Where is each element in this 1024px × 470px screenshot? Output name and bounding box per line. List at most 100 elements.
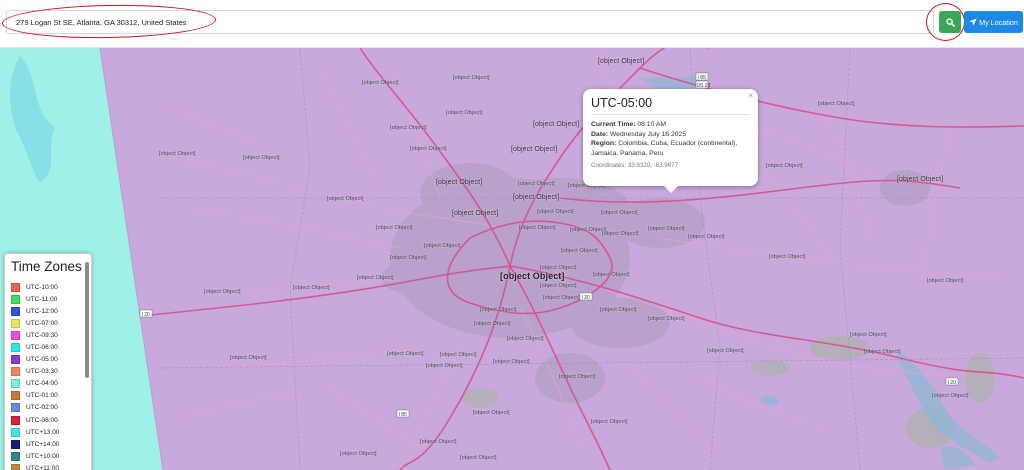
legend-swatch: [11, 391, 20, 401]
place-label: [object Object]: [357, 275, 394, 281]
place-label: [object Object]: [327, 196, 364, 202]
legend-label: UTC-12:00: [26, 307, 58, 315]
legend-label: UTC-08:00: [26, 416, 58, 424]
place-label: [object Object]: [707, 348, 744, 354]
timezone-legend[interactable]: Time Zones UTC-10:00 UTC-11:00 UTC-12:00 UT…: [4, 253, 92, 470]
legend-swatch: [11, 282, 20, 292]
place-label: [object Object]: [436, 179, 483, 186]
region-label: Region:: [591, 140, 617, 148]
place-label: [object Object]: [500, 271, 565, 281]
place-label: [object Object]: [533, 121, 580, 128]
legend-label: UTC-01:00: [26, 392, 58, 400]
place-label: [object Object]: [493, 359, 530, 365]
place-label: [object Object]: [540, 265, 577, 271]
legend-swatch: [11, 355, 20, 365]
legend-item: UTC+11:00: [11, 462, 59, 470]
place-label: [object Object]: [473, 410, 510, 416]
place-label: [object Object]: [932, 393, 969, 399]
map-canvas[interactable]: I 20 I 85 US 23 I 20 I 85 I 20 [object O…: [0, 48, 1024, 470]
legend-swatch: [11, 367, 20, 377]
road-label: I 85: [399, 412, 408, 418]
date-value: Wednesday July 16 2025: [609, 130, 687, 138]
place-label: [object Object]: [600, 307, 637, 313]
legend-list: UTC-10:00 UTC-11:00 UTC-12:00 UTC-07:00 UTC-…: [11, 281, 59, 470]
place-label: [object Object]: [511, 146, 558, 153]
road-label: US 23: [697, 83, 711, 89]
timezone-map-app: My Location: [0, 0, 1024, 470]
road-label: I 20: [582, 295, 591, 301]
popup-date-row: Date: Wednesday July 16 2025: [591, 130, 750, 140]
legend-item: UTC-11:00: [11, 293, 59, 305]
place-label: [object Object]: [598, 58, 645, 65]
legend-label: UTC-05:00: [26, 356, 58, 364]
place-label: [object Object]: [519, 225, 556, 231]
legend-item: UTC-02:00: [11, 402, 59, 414]
place-label: [object Object]: [602, 231, 639, 237]
place-label: [object Object]: [440, 352, 477, 358]
place-label: [object Object]: [460, 455, 497, 461]
place-label: [object Object]: [159, 151, 196, 157]
place-label: [object Object]: [426, 363, 463, 369]
location-arrow-icon: [969, 18, 977, 26]
legend-title: Time Zones: [11, 259, 82, 274]
place-label: [object Object]: [559, 374, 596, 380]
place-label: [object Object]: [648, 226, 685, 232]
place-label: [object Object]: [230, 355, 267, 361]
place-label: [object Object]: [769, 254, 806, 260]
popup-current-time-row: Current Time: 08:10 AM: [591, 120, 750, 130]
place-label: [object Object]: [540, 283, 577, 289]
legend-label: UTC+11:00: [26, 464, 59, 470]
place-label: [object Object]: [927, 278, 964, 284]
place-label: [object Object]: [513, 194, 560, 201]
legend-item: UTC+14:00: [11, 438, 59, 450]
place-label: [object Object]: [243, 155, 280, 161]
legend-label: UTC+13:00: [26, 428, 60, 436]
place-label: [object Object]: [543, 295, 580, 301]
popup-coordinates: Coordinates: 33.9320, -83.9877: [591, 162, 679, 170]
place-label: [object Object]: [818, 101, 855, 107]
legend-swatch: [11, 463, 20, 470]
place-label: [object Object]: [453, 75, 490, 81]
legend-label: UTC-09:30: [26, 331, 58, 339]
place-label: [object Object]: [537, 209, 574, 215]
popup-title: UTC-05:00: [591, 96, 750, 115]
place-label: [object Object]: [601, 210, 638, 216]
place-label: [object Object]: [390, 255, 427, 261]
legend-item: UTC+13:00: [11, 426, 59, 438]
legend-item: UTC-07:00: [11, 317, 59, 329]
legend-item: UTC-04:00: [11, 378, 59, 390]
road-label: I 85: [698, 75, 707, 81]
my-location-button[interactable]: My Location: [964, 11, 1023, 33]
legend-item: UTC-10:00: [11, 281, 59, 293]
legend-swatch: [11, 318, 20, 328]
legend-item: UTC-01:00: [11, 390, 59, 402]
place-label: [object Object]: [340, 451, 377, 457]
legend-item: UTC+10:00: [11, 450, 59, 462]
place-label: [object Object]: [293, 285, 330, 291]
place-label: [object Object]: [474, 321, 511, 327]
search-button[interactable]: [939, 11, 961, 33]
my-location-label: My Location: [979, 17, 1018, 27]
current-time-label: Current Time:: [591, 121, 636, 128]
place-label: [object Object]: [420, 439, 457, 445]
legend-item: UTC-03:30: [11, 366, 59, 378]
popup-close-button[interactable]: ×: [748, 91, 753, 100]
place-label: [object Object]: [362, 80, 399, 86]
place-label: [object Object]: [507, 336, 544, 342]
popup-region-row: Region: Colombia, Cuba, Ecuador (contine…: [591, 139, 750, 158]
legend-scrollbar[interactable]: [85, 262, 89, 378]
place-label: [object Object]: [688, 234, 725, 240]
place-label: [object Object]: [390, 125, 427, 131]
place-label: [object Object]: [864, 349, 901, 355]
current-time-value: 08:10 AM: [637, 121, 667, 128]
legend-swatch: [11, 427, 20, 437]
legend-swatch: [11, 415, 20, 425]
place-label: [object Object]: [452, 210, 499, 217]
legend-swatch: [11, 294, 20, 304]
place-label: [object Object]: [480, 307, 517, 313]
legend-item: UTC-06:00: [11, 341, 59, 353]
search-icon: [945, 17, 955, 27]
road-label: I 20: [142, 312, 151, 318]
address-search-input[interactable]: [6, 10, 934, 34]
place-label: [object Object]: [591, 419, 628, 425]
